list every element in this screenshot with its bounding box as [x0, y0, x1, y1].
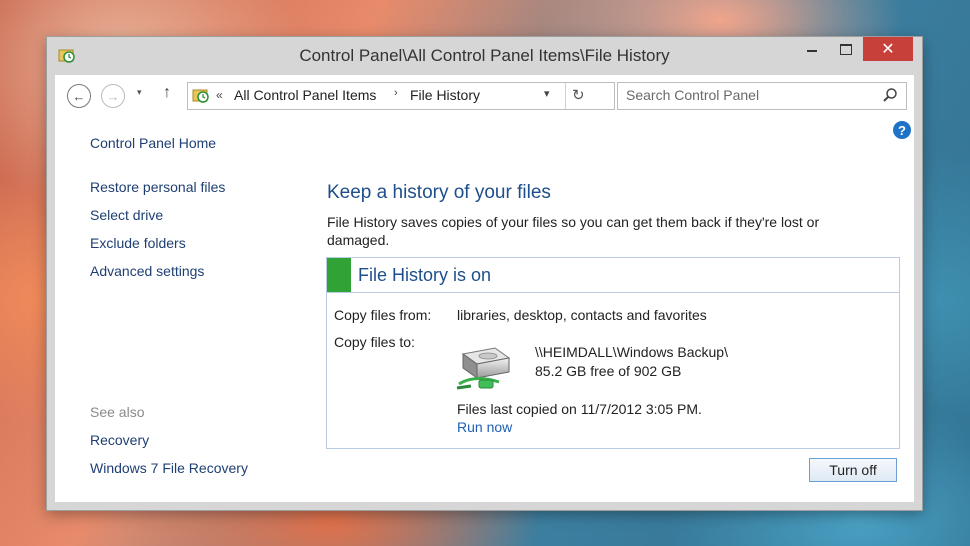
title-bar[interactable]: Control Panel\All Control Panel Items\Fi… [47, 37, 922, 75]
sidebar-link-recovery[interactable]: Recovery [90, 432, 149, 448]
copy-from-label: Copy files from: [334, 307, 432, 323]
back-button[interactable]: ← [67, 84, 91, 108]
control-panel-icon [192, 89, 209, 103]
minimize-icon [807, 50, 817, 52]
turn-off-button[interactable]: Turn off [809, 458, 897, 482]
address-divider [565, 83, 566, 109]
back-arrow-icon: ← [72, 88, 86, 104]
copy-from-value: libraries, desktop, contacts and favorit… [457, 307, 707, 323]
search-icon[interactable] [882, 87, 898, 103]
recent-locations-chevron-icon[interactable]: ▾ [137, 87, 142, 98]
sidebar-link-control-panel-home[interactable]: Control Panel Home [90, 135, 216, 151]
content-area: ? Control Panel Home Restore personal fi… [55, 113, 914, 502]
close-button[interactable]: ✕ [863, 37, 913, 61]
network-drive-icon [456, 347, 511, 390]
close-icon: ✕ [881, 41, 895, 58]
status-panel: File History is on Copy files from: libr… [326, 257, 900, 449]
sidebar-link-windows-7-file-recovery[interactable]: Windows 7 File Recovery [90, 460, 248, 476]
file-history-window: Control Panel\All Control Panel Items\Fi… [47, 37, 922, 510]
sidebar-link-advanced-settings[interactable]: Advanced settings [90, 263, 204, 279]
last-copied-text: Files last copied on 11/7/2012 3:05 PM. [457, 401, 702, 417]
run-now-link[interactable]: Run now [457, 419, 512, 435]
search-input[interactable] [626, 87, 866, 103]
see-also-label: See also [90, 404, 145, 420]
breadcrumb-file-history[interactable]: File History [410, 87, 480, 103]
breadcrumb-all-control-panel-items[interactable]: All Control Panel Items [234, 87, 376, 103]
status-text: File History is on [358, 265, 492, 285]
forward-button[interactable]: → [101, 84, 125, 108]
sidebar-link-restore-personal-files[interactable]: Restore personal files [90, 179, 225, 195]
search-box[interactable] [617, 82, 907, 110]
maximize-icon [840, 43, 852, 55]
window-title: Control Panel\All Control Panel Items\Fi… [299, 46, 670, 65]
status-indicator [327, 258, 351, 292]
backup-drive-free-space: 85.2 GB free of 902 GB [535, 363, 682, 379]
refresh-icon[interactable]: ↻ [572, 86, 585, 104]
page-description: File History saves copies of your files … [327, 214, 820, 248]
minimize-button[interactable] [798, 37, 826, 61]
status-header: File History is on [327, 258, 899, 293]
forward-arrow-icon: → [106, 88, 120, 104]
address-dropdown-icon[interactable]: ▾ [544, 87, 550, 100]
breadcrumb-separator-icon[interactable]: › [394, 87, 398, 99]
backup-drive-path: \\HEIMDALL\Windows Backup\ [535, 344, 728, 360]
maximize-button[interactable] [832, 37, 860, 61]
address-toolbar: ← → ▾ ↑ « All Control Panel Items › File… [55, 75, 914, 113]
help-icon[interactable]: ? [893, 121, 911, 139]
sidebar-link-exclude-folders[interactable]: Exclude folders [90, 235, 186, 251]
sidebar-link-select-drive[interactable]: Select drive [90, 207, 163, 223]
address-bar[interactable]: « All Control Panel Items › File History… [187, 82, 615, 110]
page-title: Keep a history of your files [327, 182, 551, 203]
breadcrumb-overflow-icon[interactable]: « [216, 88, 223, 102]
up-arrow-icon[interactable]: ↑ [163, 84, 171, 102]
copy-to-label: Copy files to: [334, 334, 415, 350]
